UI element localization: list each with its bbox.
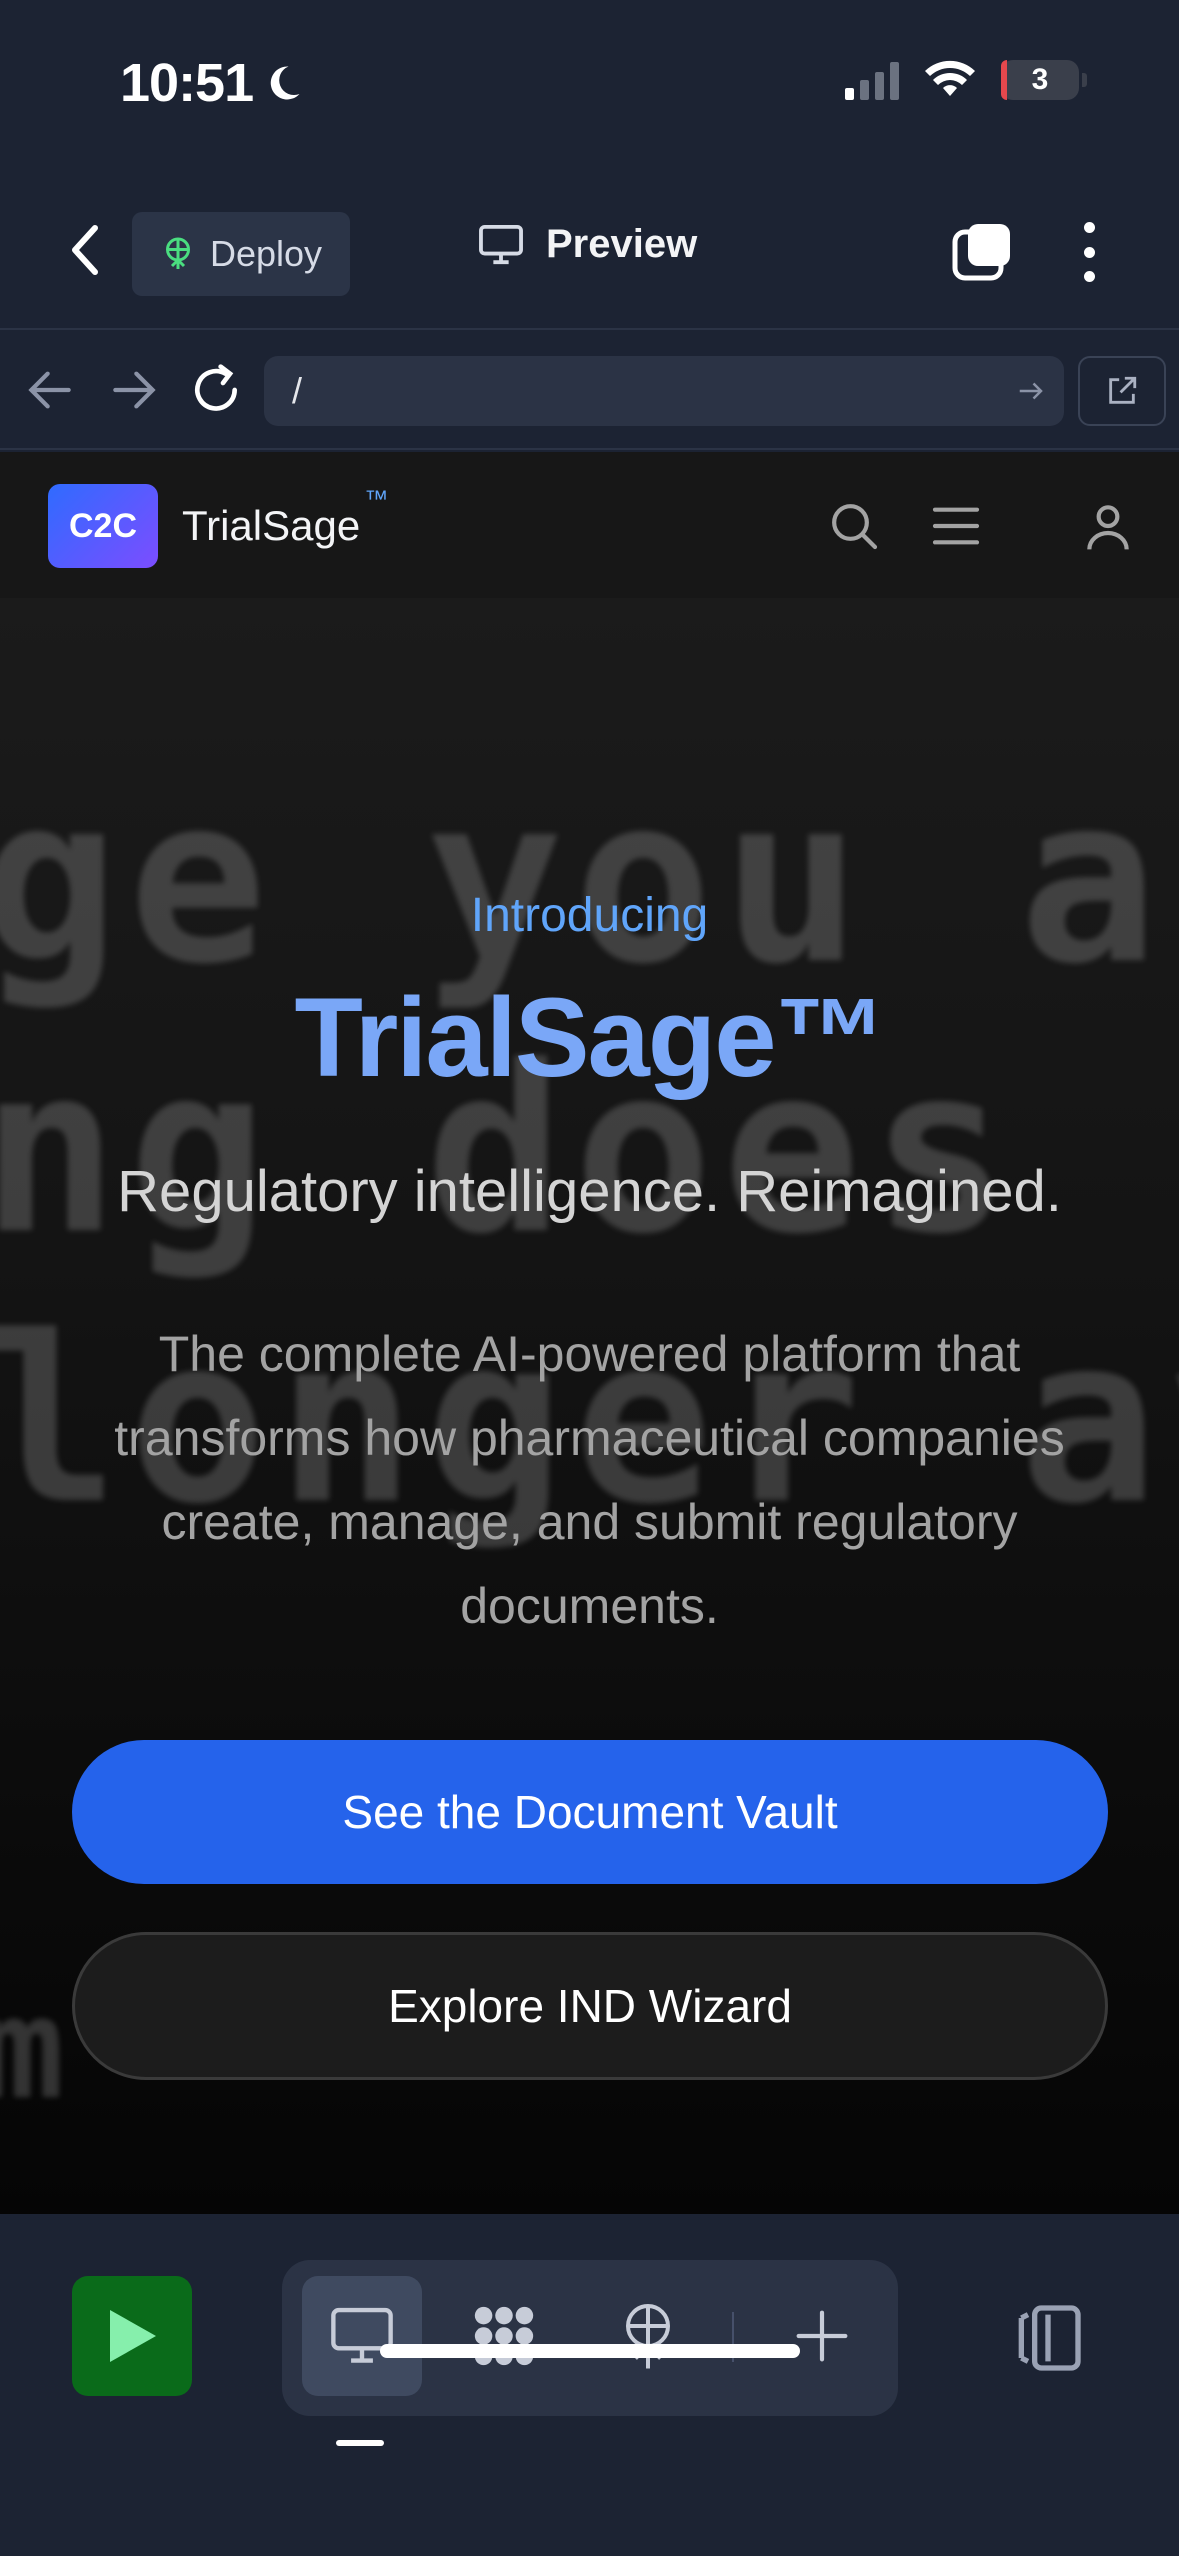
preview-label: Preview	[546, 222, 698, 266]
arrow-right-icon[interactable]	[106, 362, 162, 418]
moon-icon	[270, 66, 300, 100]
battery-level: 3	[1031, 63, 1049, 96]
url-text: /	[292, 370, 303, 411]
status-bar: 10:51 3	[0, 0, 1179, 170]
brand-name[interactable]: TrialSage™	[182, 486, 388, 550]
deploy-icon	[626, 2304, 670, 2369]
battery-icon: 3	[1001, 60, 1087, 100]
active-tab-indicator	[336, 2440, 384, 2446]
deploy-button[interactable]: Deploy	[132, 212, 351, 296]
back-button[interactable]	[60, 220, 110, 280]
home-indicator[interactable]	[380, 2344, 800, 2358]
bottom-toolbar	[0, 2214, 1179, 2556]
trademark: ™	[364, 486, 389, 513]
add-tool-button[interactable]	[762, 2276, 882, 2396]
site-header: C2C TrialSage™	[0, 452, 1179, 598]
document-vault-button[interactable]: See the Document Vault	[72, 1740, 1108, 1884]
more-vertical-icon[interactable]	[1078, 222, 1100, 282]
apps-tool-button[interactable]	[444, 2276, 564, 2396]
menu-icon[interactable]	[928, 498, 984, 554]
site-logo[interactable]: C2C	[48, 484, 158, 568]
user-icon[interactable]	[1080, 498, 1136, 554]
hero-subtitle: Regulatory intelligence. Reimagined.	[117, 1159, 1062, 1224]
arrow-left-icon[interactable]	[22, 362, 78, 418]
webview-tool-button[interactable]	[302, 2276, 422, 2396]
status-time: 10:51	[120, 52, 305, 114]
webview: C2C TrialSage™ ge you ar ng does n longe…	[0, 452, 1179, 2214]
hero-title: TrialSage™	[294, 975, 886, 1100]
hero-eyebrow: Introducing	[470, 889, 709, 942]
ind-wizard-button[interactable]: Explore IND Wizard	[72, 1932, 1108, 2080]
deploy-label: Deploy	[210, 233, 323, 274]
open-external-button[interactable]	[1078, 356, 1166, 426]
chevron-left-icon	[72, 225, 98, 275]
cellular-signal-icon	[845, 60, 899, 100]
search-icon[interactable]	[826, 498, 882, 554]
status-indicators: 3	[845, 60, 1087, 100]
url-bar: /	[0, 332, 1179, 450]
url-input[interactable]: /	[264, 356, 1064, 426]
grid-blob-icon	[474, 2306, 534, 2366]
hero-description: The complete AI-powered platform that tr…	[114, 1326, 1065, 1634]
plus-icon	[796, 2310, 848, 2362]
panel-icon[interactable]	[1008, 2298, 1088, 2378]
deployments-tool-button[interactable]	[588, 2276, 708, 2396]
deploy-icon	[166, 237, 190, 269]
background-text-line: m	[0, 1968, 75, 2131]
tabs-icon[interactable]	[952, 222, 1012, 282]
run-button[interactable]	[72, 2276, 192, 2396]
wifi-icon	[925, 60, 975, 96]
monitor-icon	[479, 224, 523, 264]
preview-tab[interactable]: Preview	[478, 222, 697, 267]
top-toolbar: Deploy Preview	[0, 170, 1179, 330]
clock-text: 10:51	[120, 53, 254, 113]
tool-switcher	[282, 2260, 898, 2416]
go-arrow-icon[interactable]	[1016, 376, 1046, 406]
play-icon	[110, 2310, 156, 2362]
external-link-icon	[1109, 376, 1137, 404]
hero-section: ge you ar ng does n longer av m Introduc…	[0, 598, 1179, 2214]
refresh-icon[interactable]	[188, 362, 244, 418]
